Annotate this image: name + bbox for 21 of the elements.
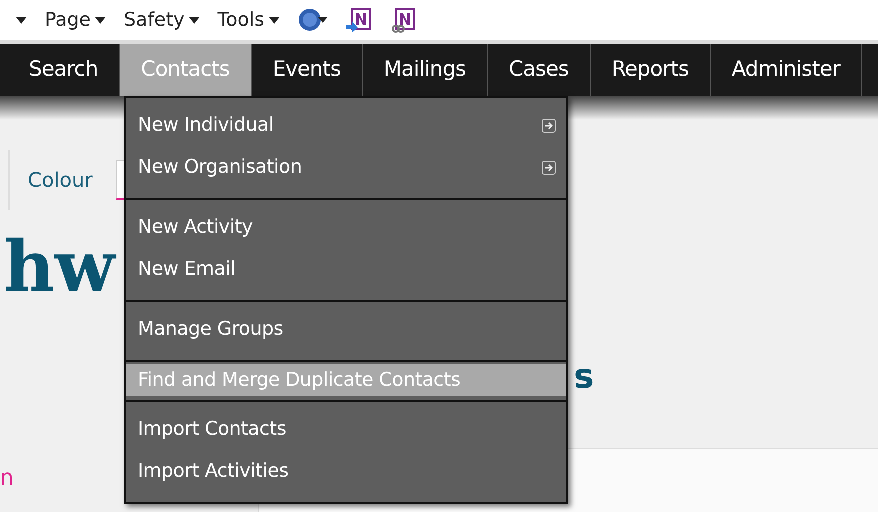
- caret-icon: [268, 16, 280, 24]
- menu-item[interactable]: New Individual: [126, 104, 566, 146]
- menu-item[interactable]: Import Contacts: [126, 408, 566, 450]
- caret-icon: [188, 16, 200, 24]
- caret-icon: [95, 16, 106, 24]
- notebook-icon[interactable]: [346, 7, 372, 33]
- caret-icon: [16, 16, 27, 24]
- page-heading: hw: [4, 232, 116, 302]
- toolbar-menu[interactable]: Safety: [124, 6, 185, 34]
- menu-item[interactable]: New Organisation: [126, 146, 566, 188]
- menu-item[interactable]: Manage Groups: [126, 308, 566, 350]
- page-link[interactable]: n: [0, 468, 14, 490]
- help-icon[interactable]: [298, 7, 328, 33]
- notebook-icon[interactable]: [390, 7, 416, 33]
- menu-item[interactable]: New Email: [126, 248, 566, 290]
- section-heading: s: [574, 360, 594, 394]
- toolbar-menu[interactable]: Page: [45, 6, 91, 34]
- menu-item[interactable]: Import Activities: [126, 450, 566, 492]
- colour-label: Colour: [28, 167, 93, 194]
- toolbar-menu[interactable]: Tools: [218, 6, 265, 34]
- menu-item[interactable]: New Activity: [126, 206, 566, 248]
